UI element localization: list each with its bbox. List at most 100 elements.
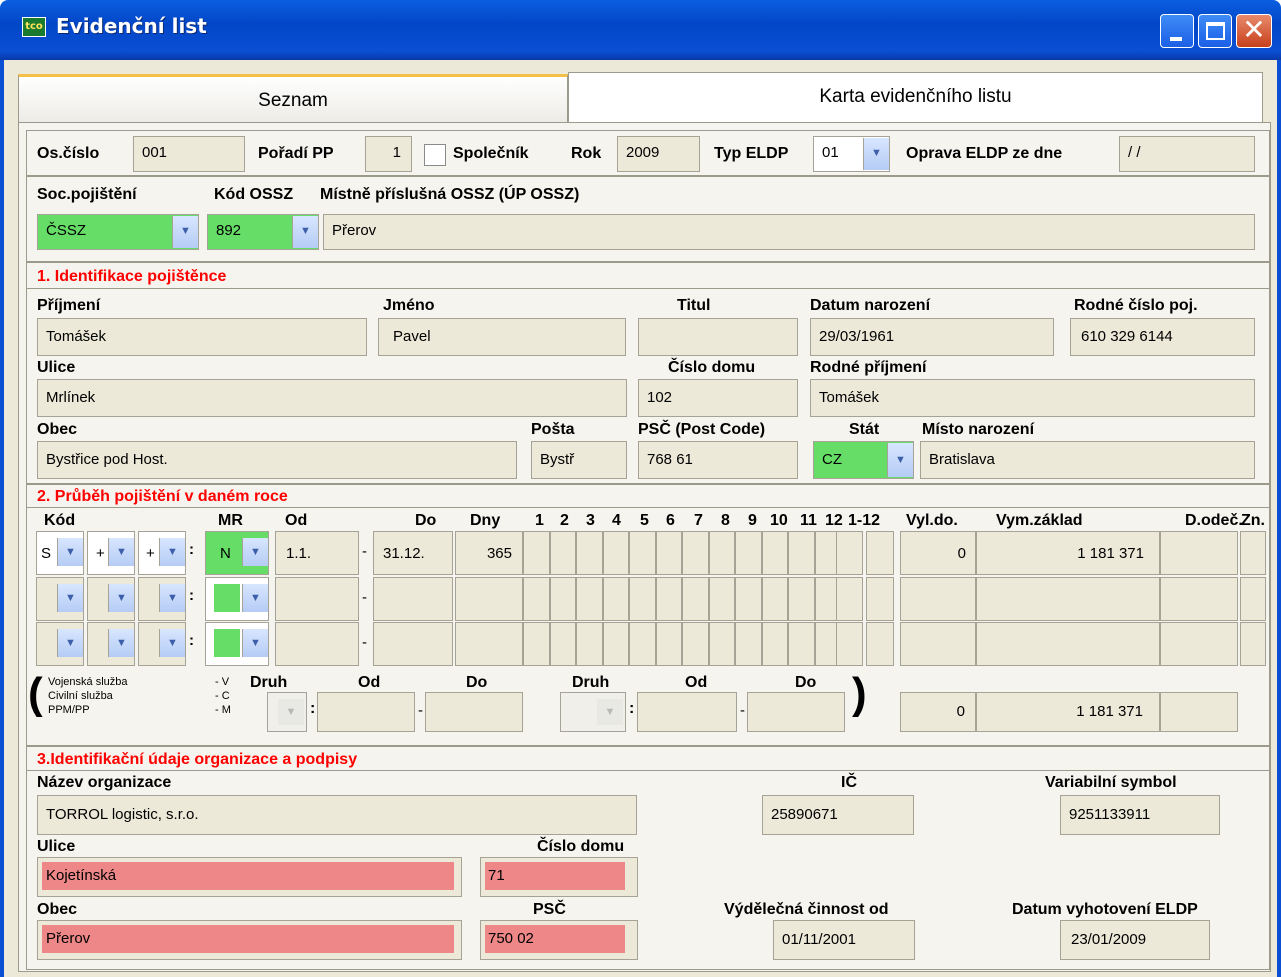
chevron-down-icon[interactable]: ▼: [57, 538, 83, 566]
month-cell[interactable]: [576, 622, 603, 666]
spolecnik-checkbox[interactable]: [424, 144, 446, 166]
month-cell[interactable]: [682, 577, 709, 621]
soc-pojisteni-select[interactable]: ČSSZ ▼: [37, 214, 199, 250]
posta-field[interactable]: Bystř: [531, 441, 627, 479]
chevron-down-icon[interactable]: ▼: [108, 538, 134, 566]
chevron-down-icon[interactable]: ▼: [863, 138, 889, 170]
kod-select[interactable]: ▼: [36, 577, 84, 621]
mr-select[interactable]: ▼: [205, 531, 269, 575]
dny-cell[interactable]: [455, 577, 523, 621]
datum-vyhotoveni-field[interactable]: 23/01/2009: [1060, 920, 1210, 960]
minimize-button[interactable]: [1160, 14, 1194, 48]
kod-select[interactable]: ▼: [87, 622, 135, 666]
vs-field[interactable]: 9251133911: [1060, 795, 1220, 835]
total-odec-field[interactable]: [1160, 692, 1238, 732]
kod-select[interactable]: ▼: [138, 622, 186, 666]
month-cell[interactable]: [576, 531, 603, 575]
month-cell[interactable]: [788, 531, 815, 575]
kod-ossz-select[interactable]: 892 ▼: [207, 214, 319, 250]
month-cell[interactable]: [761, 622, 788, 666]
chevron-down-icon[interactable]: ▼: [57, 629, 83, 657]
chevron-down-icon[interactable]: ▼: [242, 629, 268, 657]
vydelecna-field[interactable]: 01/11/2001: [773, 920, 915, 960]
datum-narozeni-field[interactable]: 29/03/1961: [810, 318, 1054, 356]
chevron-down-icon[interactable]: ▼: [597, 699, 623, 725]
kod-select[interactable]: ▼: [87, 577, 135, 621]
chevron-down-icon[interactable]: ▼: [159, 584, 185, 612]
month-cell[interactable]: [735, 531, 762, 575]
odec-cell[interactable]: [1160, 531, 1238, 575]
ulice-field[interactable]: Mrlínek: [37, 379, 627, 417]
month-cell[interactable]: [788, 577, 815, 621]
chevron-down-icon[interactable]: ▼: [159, 629, 185, 657]
month-cell[interactable]: [655, 577, 682, 621]
month-cell[interactable]: [655, 622, 682, 666]
oprava-field[interactable]: / /: [1119, 136, 1255, 172]
titul-field[interactable]: [638, 318, 798, 356]
org-ulice-field[interactable]: Kojetínská: [37, 857, 462, 897]
month-cell-1-12[interactable]: [866, 577, 894, 621]
month-cell[interactable]: [735, 622, 762, 666]
month-cell[interactable]: [549, 577, 576, 621]
druh-select-1[interactable]: ▼: [267, 692, 307, 732]
zn-cell[interactable]: [1240, 531, 1266, 575]
month-cell[interactable]: [788, 622, 815, 666]
odec-cell[interactable]: [1160, 622, 1238, 666]
month-cell[interactable]: [549, 622, 576, 666]
obec-field[interactable]: Bystřice pod Host.: [37, 441, 517, 479]
mil-od-field-2[interactable]: [637, 692, 737, 732]
kod-select[interactable]: ▼: [87, 531, 135, 575]
month-cell[interactable]: [602, 622, 629, 666]
month-cell[interactable]: [576, 577, 603, 621]
chevron-down-icon[interactable]: ▼: [172, 216, 198, 248]
mil-od-field-1[interactable]: [317, 692, 415, 732]
month-cell[interactable]: [523, 531, 550, 575]
month-cell[interactable]: [549, 531, 576, 575]
kod-select[interactable]: ▼: [36, 622, 84, 666]
mr-select[interactable]: ▼: [205, 577, 269, 621]
dny-cell[interactable]: [455, 622, 523, 666]
tab-karta[interactable]: Karta evidenčního listu: [568, 72, 1263, 122]
zn-cell[interactable]: [1240, 577, 1266, 621]
mr-select[interactable]: ▼: [205, 622, 269, 666]
kod-select[interactable]: ▼: [138, 577, 186, 621]
vyl-cell[interactable]: [900, 622, 976, 666]
chevron-down-icon[interactable]: ▼: [159, 538, 185, 566]
month-cell-12[interactable]: [836, 531, 863, 575]
chevron-down-icon[interactable]: ▼: [242, 538, 268, 566]
month-cell[interactable]: [682, 622, 709, 666]
close-button[interactable]: ✕: [1236, 13, 1272, 48]
chevron-down-icon[interactable]: ▼: [108, 629, 134, 657]
typ-eldp-select[interactable]: 01 ▼: [813, 136, 890, 172]
month-cell-12[interactable]: [836, 577, 863, 621]
chevron-down-icon[interactable]: ▼: [292, 216, 318, 248]
os-cislo-field[interactable]: 001: [133, 136, 245, 172]
month-cell[interactable]: [629, 622, 656, 666]
month-cell-1-12[interactable]: [866, 531, 894, 575]
total-vyl-field[interactable]: 0: [900, 692, 976, 732]
total-vym-field[interactable]: 1 181 371: [976, 692, 1160, 732]
month-cell[interactable]: [682, 531, 709, 575]
ic-field[interactable]: 25890671: [762, 795, 914, 835]
mil-do-field-2[interactable]: [747, 692, 845, 732]
chevron-down-icon[interactable]: ▼: [57, 584, 83, 612]
month-cell[interactable]: [761, 577, 788, 621]
nazev-field[interactable]: TORROL logistic, s.r.o.: [37, 795, 637, 835]
vym-cell[interactable]: [976, 577, 1160, 621]
misto-narozeni-field[interactable]: Bratislava: [920, 441, 1255, 479]
druh-select-2[interactable]: ▼: [560, 692, 626, 732]
month-cell[interactable]: [708, 622, 735, 666]
month-cell-1-12[interactable]: [866, 622, 894, 666]
month-cell[interactable]: [761, 531, 788, 575]
maximize-button[interactable]: [1198, 14, 1232, 48]
month-cell[interactable]: [523, 577, 550, 621]
org-obec-field[interactable]: Přerov: [37, 920, 462, 960]
stat-select[interactable]: CZ ▼: [813, 441, 914, 479]
tab-seznam[interactable]: Seznam: [18, 74, 568, 124]
zn-cell[interactable]: [1240, 622, 1266, 666]
od-cell[interactable]: [275, 577, 359, 621]
cislo-domu-field[interactable]: 102: [638, 379, 798, 417]
chevron-down-icon[interactable]: ▼: [108, 584, 134, 612]
month-cell[interactable]: [735, 577, 762, 621]
do-cell[interactable]: [373, 577, 453, 621]
